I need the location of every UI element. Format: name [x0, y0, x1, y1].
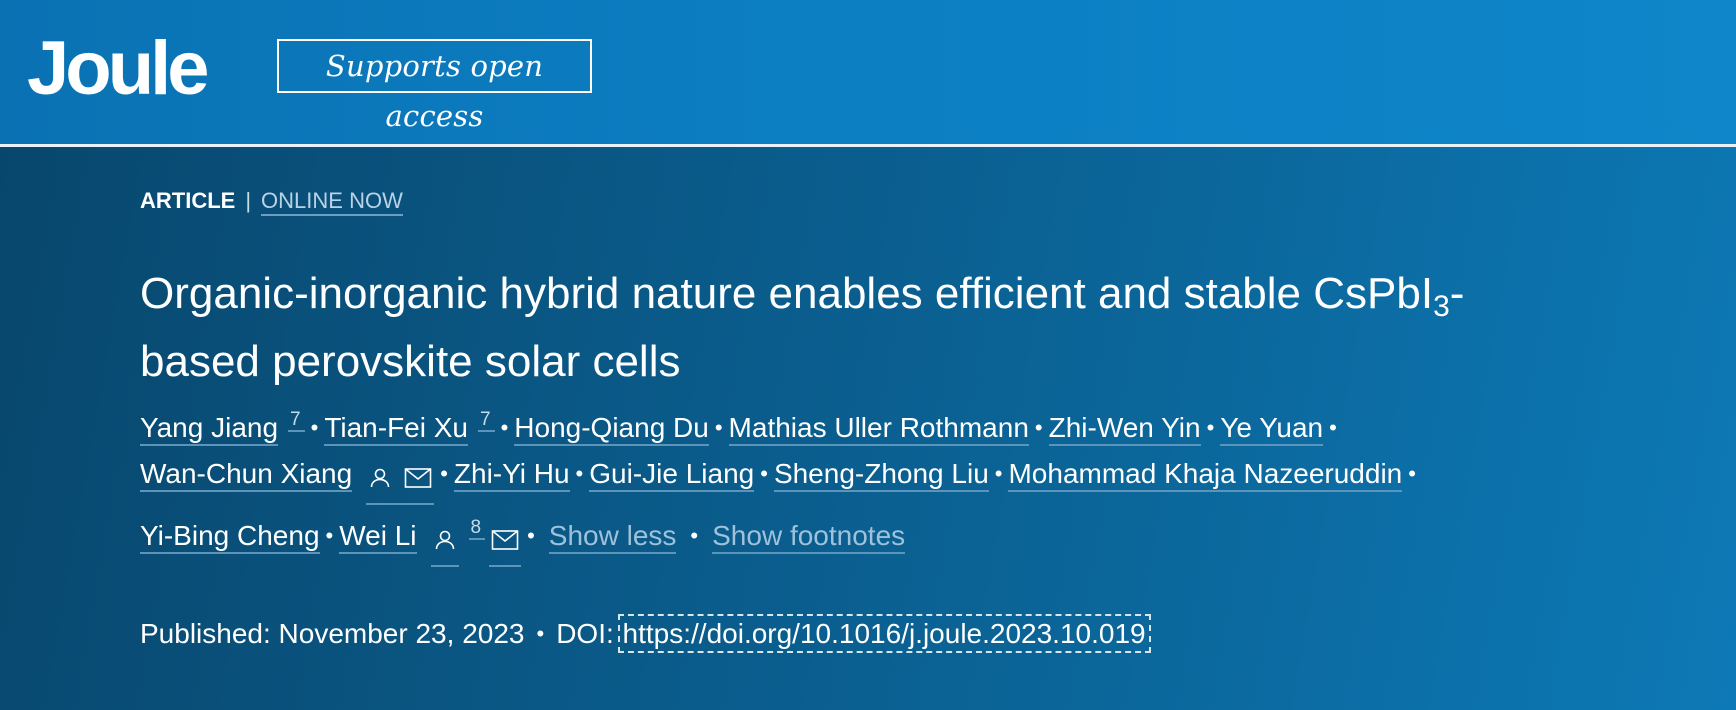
site-header: Joule Supports open access [0, 0, 1736, 144]
email-author-link[interactable] [489, 511, 522, 567]
person-icon [435, 530, 454, 549]
article-title: Organic-inorganic hybrid nature enables … [140, 260, 1660, 396]
author-link[interactable]: Tian-Fei Xu [324, 412, 468, 446]
corresponding-author-icon[interactable] [430, 511, 459, 567]
author-separator: • [994, 461, 1003, 486]
show-less-link[interactable]: Show less [548, 520, 677, 554]
author-link[interactable]: Mohammad Khaja Nazeeruddin [1008, 458, 1403, 492]
author-list: Yang Jiang 7 • Tian-Fei Xu 7 • Hong-Qiang Du • M… [140, 393, 1700, 567]
author-link[interactable]: Zhi-Yi Hu [453, 458, 570, 492]
footnote-link[interactable]: 7 [478, 409, 495, 432]
author-link[interactable]: Wan-Chun Xiang [140, 458, 353, 492]
publication-separator: • [536, 621, 545, 646]
author-row: Yang Jiang 7 • Tian-Fei Xu 7 • Hong-Qiang Du • M… [140, 393, 1700, 447]
author-separator: • [325, 523, 334, 548]
author-link[interactable]: Yi-Bing Cheng [140, 520, 320, 554]
person-icon [370, 468, 390, 487]
published-date: November 23, 2023 [278, 618, 525, 649]
author-link[interactable]: Mathias Uller Rothmann [728, 412, 1029, 446]
online-now-link[interactable]: ONLINE NOW [261, 188, 403, 216]
envelope-icon [491, 529, 519, 550]
author-link[interactable]: Yang Jiang [140, 412, 279, 446]
published-label: Published: [140, 618, 271, 649]
author-link[interactable]: Zhi-Wen Yin [1048, 412, 1201, 446]
author-separator: • [760, 461, 768, 486]
title-hyphen: - [1449, 269, 1465, 318]
article-type: ARTICLE [140, 188, 236, 213]
meta-separator: | [245, 188, 252, 213]
author-separator: • [527, 523, 535, 548]
show-footnotes-link[interactable]: Show footnotes [712, 520, 906, 554]
author-separator: • [690, 523, 699, 548]
author-row: Wan-Chun Xiang • Zhi-Yi Hu • Gui-Jie Liang • S… [140, 447, 1700, 505]
author-separator: • [1408, 461, 1416, 486]
envelope-icon [404, 467, 432, 488]
article-meta-line: ARTICLE | ONLINE NOW [140, 187, 403, 216]
article-header: ARTICLE | ONLINE NOW Organic-inorganic hyb… [0, 147, 1736, 710]
author-link[interactable]: Sheng-Zhong Liu [773, 458, 989, 492]
author-link[interactable]: Wei Li [339, 520, 417, 554]
author-separator: • [440, 461, 448, 486]
publication-info: Published: November 23, 2023 • DOI: https:… [140, 614, 1151, 654]
author-link[interactable]: Gui-Jie Liang [589, 458, 755, 492]
footnote-link[interactable]: 7 [288, 409, 305, 432]
corresponding-author-icons[interactable] [366, 449, 435, 505]
title-subscript: 3 [1433, 290, 1450, 323]
footnote-link[interactable]: 8 [468, 517, 486, 540]
doi-label: DOI: [556, 618, 614, 649]
title-line2: based perovskite solar cells [140, 337, 681, 386]
open-access-badge[interactable]: Supports open access [277, 39, 592, 133]
author-link[interactable]: Hong-Qiang Du [514, 412, 709, 446]
title-text: Organic-inorganic hybrid nature enables … [140, 269, 1434, 318]
journal-logo[interactable]: Joule [27, 26, 209, 112]
author-link[interactable]: Ye Yuan [1220, 412, 1324, 446]
doi-link[interactable]: https://doi.org/10.1016/j.joule.2023.10.… [617, 614, 1151, 653]
author-separator: • [575, 461, 584, 486]
author-row: Yi-Bing Cheng • Wei Li 8 • Show less • Show foo… [140, 501, 1700, 567]
